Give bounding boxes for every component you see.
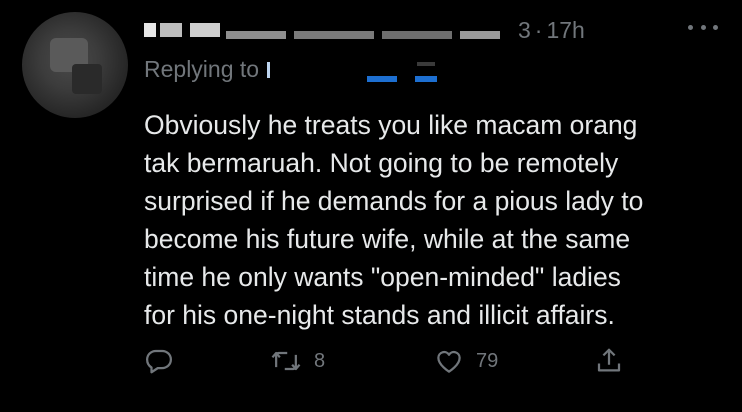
retweet-icon (270, 346, 302, 376)
share-icon (594, 346, 624, 376)
tweet-text: Obviously he treats you like macam orang… (144, 110, 644, 330)
separator-dot: · (534, 16, 543, 43)
avatar[interactable] (22, 12, 128, 118)
tweet-actions: 8 79 (144, 346, 624, 382)
replying-to-label: Replying to (144, 56, 260, 82)
timestamp[interactable]: 17h (546, 17, 584, 44)
redacted-username[interactable] (144, 17, 516, 43)
tweet[interactable]: 3 · 17h Replying to Obviously he treats … (0, 0, 742, 412)
like-count: 79 (476, 349, 499, 372)
avatar-blur-shadow (72, 64, 102, 94)
retweet-button[interactable]: 8 (270, 346, 325, 376)
handle-tail: 3 (518, 16, 531, 43)
heart-icon (434, 346, 464, 376)
reply-icon (144, 346, 174, 376)
like-button[interactable]: 79 (434, 346, 498, 376)
redacted-reply-handle[interactable] (267, 58, 447, 82)
share-button[interactable] (594, 346, 624, 376)
more-options-icon[interactable] (688, 20, 718, 34)
replying-to: Replying to (144, 56, 447, 83)
reply-button[interactable] (144, 346, 174, 376)
tweet-header: 3 · 17h (144, 14, 585, 46)
retweet-count: 8 (314, 349, 326, 372)
